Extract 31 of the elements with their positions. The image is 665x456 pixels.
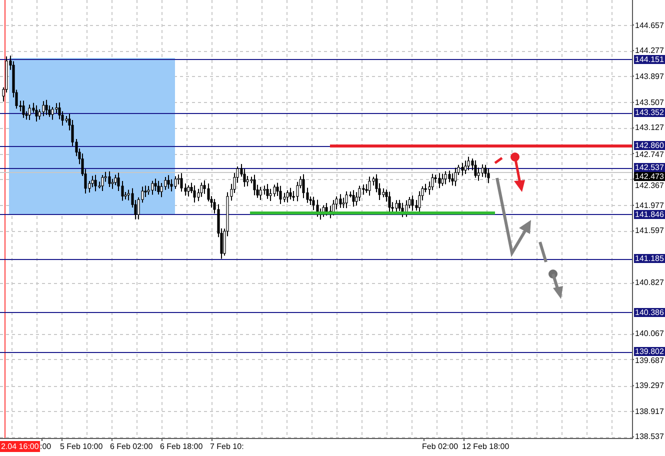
price-axis-label: 138.537 [634, 432, 665, 442]
time-axis-label: 12 Feb 18:00 [462, 441, 510, 452]
price-axis-label: 144.657 [634, 20, 665, 30]
time-axis-label: 7 Feb 10: [210, 441, 244, 452]
price-axis-label: 140.827 [634, 278, 665, 288]
price-axis-label: 141.977 [634, 200, 665, 210]
price-axis-label: 143.897 [634, 72, 665, 81]
level-price-tag: 141.185 [634, 254, 665, 264]
time-axis-label: 6 Feb 18:00 [160, 441, 203, 452]
price-axis-label: 141.597 [634, 226, 665, 236]
price-axis-label: 140.067 [634, 329, 665, 338]
price-axis-label: 143.127 [634, 123, 665, 132]
price-axis-label: 139.297 [634, 381, 665, 390]
price-axis-label: 142.367 [634, 181, 665, 190]
price-axis-label: 142.747 [634, 150, 665, 160]
level-price-tag: 140.386 [634, 308, 665, 317]
time-axis-label: Feb 02:00 [422, 441, 458, 452]
time-axis-label: 6 Feb 02:00 [110, 441, 153, 452]
level-price-tag: 143.352 [634, 108, 665, 118]
level-price-tag: 144.151 [634, 55, 665, 64]
price-axis-label: 144.277 [634, 46, 665, 56]
price-axis-label: 143.507 [634, 98, 665, 107]
level-price-tag: 139.802 [634, 347, 665, 356]
time-axis-label: :00 [40, 441, 52, 452]
price-axis-label: 138.917 [634, 406, 665, 416]
time-axis-label: 5 Feb 10:00 [60, 441, 103, 452]
price-axis-label: 139.687 [634, 356, 665, 366]
time-cursor-tag: 2.04 16:00 [0, 441, 40, 452]
level-price-tag: 142.860 [634, 141, 665, 150]
current-price-tag: 142.473 [634, 172, 665, 182]
level-price-tag: 142.537 [634, 163, 665, 172]
